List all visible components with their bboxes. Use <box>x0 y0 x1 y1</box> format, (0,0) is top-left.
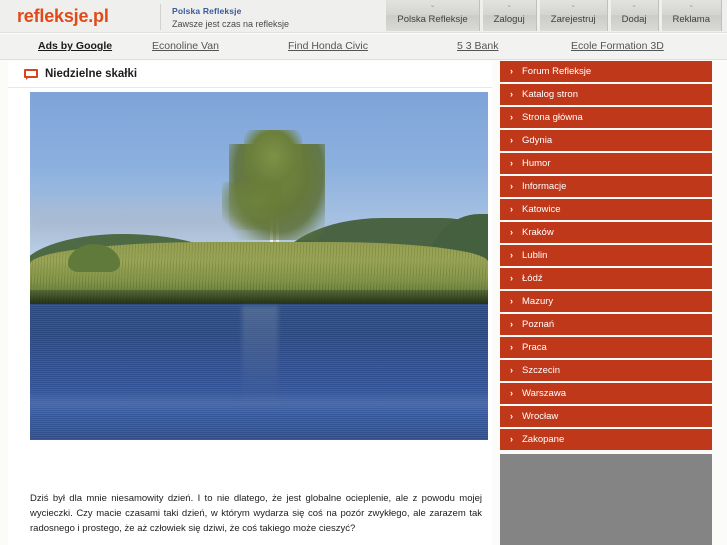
brand-block: Polska Refleksje Zawsze jest czas na ref… <box>172 6 289 30</box>
chevron-right-icon: › <box>510 296 513 306</box>
sidebar-item-label: Poznań <box>522 319 555 330</box>
chevron-down-icon: ⌄ <box>631 2 638 9</box>
header-divider <box>160 4 161 30</box>
sidebar-item-label: Warszawa <box>522 388 566 399</box>
chevron-right-icon: › <box>510 66 513 76</box>
sidebar-item-mazury[interactable]: › Mazury <box>500 291 712 312</box>
chevron-right-icon: › <box>510 135 513 145</box>
ad-link-4[interactable]: Ecole Formation 3D <box>571 40 664 52</box>
sidebar-item-label: Szczecin <box>522 365 561 376</box>
sidebar-item-label: Informacje <box>522 181 567 192</box>
ad-link-3[interactable]: 5 3 Bank <box>457 40 498 52</box>
sidebar-item-label: Forum Refleksje <box>522 66 592 77</box>
brand-tagline: Zawsze jest czas na refleksje <box>172 19 290 29</box>
sidebar-item-poznan[interactable]: › Poznań <box>500 314 712 335</box>
sidebar-item-szczecin[interactable]: › Szczecin <box>500 360 712 381</box>
ad-link-1[interactable]: Econoline Van <box>152 40 219 52</box>
sidebar-item-katowice[interactable]: › Katowice <box>500 199 712 220</box>
sidebar-ad-placeholder[interactable] <box>500 454 712 545</box>
chevron-right-icon: › <box>510 273 513 283</box>
sidebar-item-humor[interactable]: › Humor <box>500 153 712 174</box>
post-body-text: Dziś był dla mnie niesamowity dzień. I t… <box>30 493 482 534</box>
ads-bar: Ads by Google Econoline Van Find Honda C… <box>0 34 727 60</box>
main-content: Niedzielne skałki Dziś był dla mnie nies… <box>8 61 492 545</box>
nav-item-reklama[interactable]: ⌄ Reklama <box>660 0 722 31</box>
nav-label: Zarejestruj <box>550 14 596 25</box>
sidebar-item-label: Strona główna <box>522 112 583 123</box>
chevron-right-icon: › <box>510 388 513 398</box>
main-nav: ⌄ Polska Refleksje ⌄ Zaloguj ⌄ Zarejestr… <box>385 0 727 33</box>
chevron-right-icon: › <box>510 89 513 99</box>
nav-item-dodaj[interactable]: ⌄ Dodaj <box>609 0 659 31</box>
nav-item-zarejestruj[interactable]: ⌄ Zarejestruj <box>538 0 608 31</box>
chevron-right-icon: › <box>510 181 513 191</box>
chevron-right-icon: › <box>510 342 513 352</box>
ad-link-2[interactable]: Find Honda Civic <box>288 40 368 52</box>
chevron-right-icon: › <box>510 204 513 214</box>
chevron-right-icon: › <box>510 365 513 375</box>
sidebar-menu: › Forum Refleksje › Katalog stron › Stro… <box>500 61 712 545</box>
nav-label: Polska Refleksje <box>397 14 468 25</box>
chevron-right-icon: › <box>510 250 513 260</box>
sidebar-item-gdynia[interactable]: › Gdynia <box>500 130 712 151</box>
post-header: Niedzielne skałki <box>8 61 492 88</box>
chevron-down-icon: ⌄ <box>570 2 577 9</box>
landscape-photo <box>30 92 488 440</box>
chevron-right-icon: › <box>510 158 513 168</box>
chevron-down-icon: ⌄ <box>688 2 695 9</box>
sidebar-item-label: Kraków <box>522 227 554 238</box>
chevron-down-icon: ⌄ <box>506 2 513 9</box>
photo-water-glint <box>30 392 488 414</box>
nav-label: Dodaj <box>621 14 647 25</box>
site-logo[interactable]: refleksje.pl <box>17 6 109 27</box>
brand-title: Polska Refleksje <box>172 6 242 16</box>
photo-birch-canopy-top <box>244 130 302 190</box>
page-root: refleksje.pl Polska Refleksje Zawsze jes… <box>0 0 727 545</box>
site-header: refleksje.pl Polska Refleksje Zawsze jes… <box>0 0 727 33</box>
sidebar-item-label: Praca <box>522 342 547 353</box>
sidebar-item-katalog-stron[interactable]: › Katalog stron <box>500 84 712 105</box>
sidebar-item-label: Łódź <box>522 273 543 284</box>
sidebar-item-praca[interactable]: › Praca <box>500 337 712 358</box>
sidebar-item-informacje[interactable]: › Informacje <box>500 176 712 197</box>
nav-item-zaloguj[interactable]: ⌄ Zaloguj <box>481 0 537 31</box>
chevron-right-icon: › <box>510 434 513 444</box>
nav-label: Reklama <box>672 14 711 25</box>
nav-item-polska-refleksje[interactable]: ⌄ Polska Refleksje <box>385 0 480 31</box>
sidebar-item-label: Katowice <box>522 204 561 215</box>
speech-bubble-icon <box>24 68 38 80</box>
chevron-right-icon: › <box>510 319 513 329</box>
sidebar-item-wroclaw[interactable]: › Wrocław <box>500 406 712 427</box>
sidebar-item-strona-glowna[interactable]: › Strona główna <box>500 107 712 128</box>
sidebar-item-label: Katalog stron <box>522 89 578 100</box>
ads-by-google-label[interactable]: Ads by Google <box>38 40 112 52</box>
chevron-right-icon: › <box>510 112 513 122</box>
post-image <box>30 92 488 440</box>
sidebar-item-label: Mazury <box>522 296 554 307</box>
sidebar-item-label: Lublin <box>522 250 548 261</box>
sidebar-item-lodz[interactable]: › Łódź <box>500 268 712 289</box>
sidebar-item-label: Wrocław <box>522 411 559 422</box>
chevron-right-icon: › <box>510 411 513 421</box>
sidebar-item-zakopane[interactable]: › Zakopane <box>500 429 712 450</box>
sidebar-item-label: Gdynia <box>522 135 553 146</box>
page-title: Niedzielne skałki <box>45 68 138 80</box>
sidebar-item-lublin[interactable]: › Lublin <box>500 245 712 266</box>
chevron-down-icon: ⌄ <box>429 2 436 9</box>
chevron-right-icon: › <box>510 227 513 237</box>
sidebar-item-warszawa[interactable]: › Warszawa <box>500 383 712 404</box>
nav-label: Zaloguj <box>493 14 525 25</box>
sidebar-item-label: Zakopane <box>522 434 565 445</box>
photo-birch-canopy-left <box>222 182 282 230</box>
sidebar-item-krakow[interactable]: › Kraków <box>500 222 712 243</box>
sidebar-item-forum-refleksje[interactable]: › Forum Refleksje <box>500 61 712 82</box>
page-right-gutter <box>712 61 727 545</box>
sidebar-item-label: Humor <box>522 158 551 169</box>
